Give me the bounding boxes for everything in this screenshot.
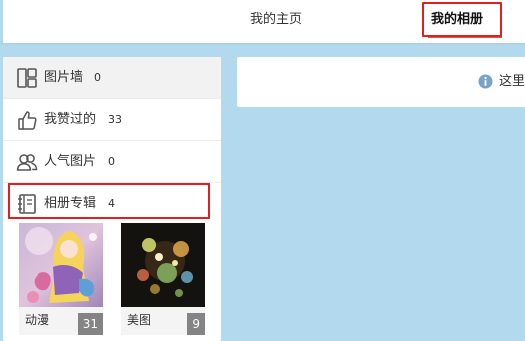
- notice-text: 这里: [499, 74, 525, 89]
- sidebar-item-liked[interactable]: 我赞过的 33: [3, 99, 221, 141]
- sidebar-item-label: 图片墙: [44, 70, 84, 85]
- grid-icon: [17, 68, 37, 88]
- album-photo-count: 31: [77, 313, 103, 335]
- notice-panel: 这里: [237, 57, 525, 107]
- sidebar-item-picture-wall[interactable]: 图片墙 0: [3, 57, 221, 99]
- sidebar-item-label: 我赞过的: [44, 112, 97, 127]
- album-card-anime[interactable]: 31 动漫: [19, 223, 103, 335]
- album-photo-count: 9: [187, 313, 205, 335]
- page-edge: [0, 0, 3, 43]
- info-icon: [478, 74, 493, 89]
- album-name: 美图: [127, 313, 152, 327]
- album-card-beauty[interactable]: 9 美图: [121, 223, 205, 335]
- sidebar-item-count: 33: [108, 113, 122, 126]
- sidebar-item-popular[interactable]: 人气图片 0: [3, 141, 221, 183]
- album-cover-image: [19, 223, 103, 307]
- highlight-box-album-item: [8, 183, 210, 219]
- users-icon: [16, 154, 38, 171]
- thumbs-up-icon: [18, 111, 37, 130]
- sidebar-item-count: 0: [94, 71, 101, 84]
- album-cover-image: [121, 223, 205, 307]
- highlight-box-album-tab: [422, 2, 502, 37]
- tab-my-home[interactable]: 我的主页: [250, 0, 302, 40]
- album-name: 动漫: [25, 313, 50, 327]
- sidebar-item-label: 人气图片: [44, 154, 97, 169]
- sidebar-item-count: 0: [108, 155, 115, 168]
